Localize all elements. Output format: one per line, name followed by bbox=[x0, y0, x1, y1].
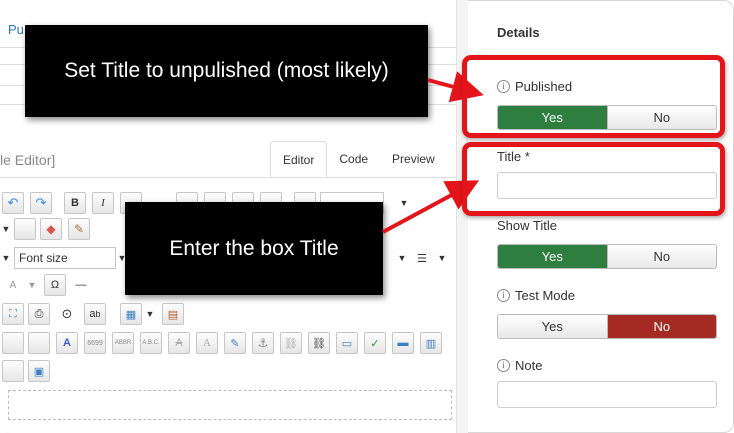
editor-label: le Editor] bbox=[0, 152, 56, 168]
attributes-icon[interactable]: ✎ bbox=[224, 332, 246, 354]
test-mode-label: Test Mode bbox=[515, 288, 575, 303]
chevron-down-icon[interactable]: ▼ bbox=[436, 247, 448, 269]
tab-code[interactable]: Code bbox=[327, 141, 380, 178]
unlink-icon[interactable]: ⛓ bbox=[280, 332, 302, 354]
image-icon[interactable]: ▭ bbox=[336, 332, 358, 354]
horizontal-rule-icon[interactable]: — bbox=[70, 274, 92, 296]
chevron-down-icon[interactable]: ▼ bbox=[0, 247, 12, 269]
test-mode-no-button[interactable]: No bbox=[606, 315, 716, 338]
acronym-button[interactable]: A.B.C. bbox=[140, 332, 162, 354]
tab-preview[interactable]: Preview bbox=[380, 141, 447, 178]
template-icon[interactable]: ▤ bbox=[162, 303, 184, 325]
test-mode-label-row: i Test Mode bbox=[497, 288, 575, 303]
layout-icon[interactable]: ▥ bbox=[420, 332, 442, 354]
show-title-label: Show Title bbox=[497, 218, 557, 233]
italic-button[interactable]: I bbox=[92, 192, 114, 214]
quote-button[interactable]: 6699 bbox=[84, 332, 106, 354]
media-icon[interactable]: ▬ bbox=[392, 332, 414, 354]
undo-icon[interactable]: ↶ bbox=[2, 192, 24, 214]
chevron-down-icon[interactable]: ▼ bbox=[398, 192, 410, 214]
chevron-down-icon[interactable]: ▼ bbox=[0, 218, 12, 240]
show-title-yes-button[interactable]: Yes bbox=[498, 245, 607, 268]
list-icon[interactable] bbox=[14, 218, 36, 240]
link-icon[interactable]: ⛓ bbox=[308, 332, 330, 354]
publishing-tab[interactable]: Pu bbox=[8, 22, 24, 37]
note-label: Note bbox=[515, 358, 543, 373]
details-heading: Details bbox=[497, 25, 540, 40]
replace-icon[interactable]: ab bbox=[84, 303, 106, 325]
font-size-select[interactable]: Font size bbox=[14, 247, 116, 269]
text-color-icon[interactable]: A bbox=[2, 274, 24, 296]
spellcheck-icon[interactable]: ✓ bbox=[364, 332, 386, 354]
test-mode-yes-button[interactable]: Yes bbox=[498, 315, 607, 338]
callout-title: Enter the box Title bbox=[125, 202, 383, 295]
test-mode-toggle: Yes No bbox=[497, 314, 717, 339]
editor-content-area[interactable] bbox=[8, 390, 452, 420]
eraser-icon[interactable]: ◆ bbox=[40, 218, 62, 240]
highlight-title bbox=[462, 142, 725, 216]
show-title-no-button[interactable]: No bbox=[606, 245, 716, 268]
table-icon[interactable]: ▦ bbox=[120, 303, 142, 325]
visual-aid-icon[interactable] bbox=[2, 332, 24, 354]
special-char-button[interactable]: Ω bbox=[44, 274, 66, 296]
chevron-down-icon[interactable]: ▼ bbox=[26, 274, 38, 296]
abbr-button[interactable]: ABBR bbox=[112, 332, 134, 354]
info-icon: i bbox=[497, 359, 510, 372]
chevron-down-icon[interactable]: ▼ bbox=[144, 303, 156, 325]
fullscreen-icon[interactable]: ⛶ bbox=[2, 303, 24, 325]
info-icon: i bbox=[497, 289, 510, 302]
note-input[interactable] bbox=[497, 381, 717, 408]
image-manager-icon[interactable]: ▣ bbox=[28, 360, 50, 382]
layer-icon[interactable] bbox=[28, 332, 50, 354]
bold-button[interactable]: B bbox=[64, 192, 86, 214]
anchor-icon[interactable]: ⚓ bbox=[252, 332, 274, 354]
screenshot-frame: Pu le Editor] Editor Code Preview ↶ ↷ B … bbox=[0, 0, 734, 433]
page-break-icon[interactable] bbox=[2, 360, 24, 382]
insert-text-button[interactable]: A bbox=[196, 332, 218, 354]
font-styles-button[interactable]: A bbox=[56, 332, 78, 354]
editor-tabs: Editor Code Preview bbox=[270, 141, 447, 178]
note-label-row: i Note bbox=[497, 358, 542, 373]
tab-editor[interactable]: Editor bbox=[270, 141, 328, 178]
bullet-list-icon[interactable]: ☰ bbox=[410, 247, 434, 269]
search-icon[interactable]: ⊙ bbox=[56, 303, 78, 325]
redo-icon[interactable]: ↷ bbox=[30, 192, 52, 214]
chevron-down-icon[interactable]: ▼ bbox=[396, 247, 408, 269]
callout-published: Set Title to unpulished (most likely) bbox=[25, 25, 428, 117]
tab-divider bbox=[0, 177, 456, 178]
show-title-toggle: Yes No bbox=[497, 244, 717, 269]
brush-icon[interactable]: ✎ bbox=[68, 218, 90, 240]
delete-text-button[interactable]: A bbox=[168, 332, 190, 354]
print-icon[interactable]: ⎙ bbox=[28, 303, 50, 325]
highlight-published bbox=[462, 55, 725, 138]
